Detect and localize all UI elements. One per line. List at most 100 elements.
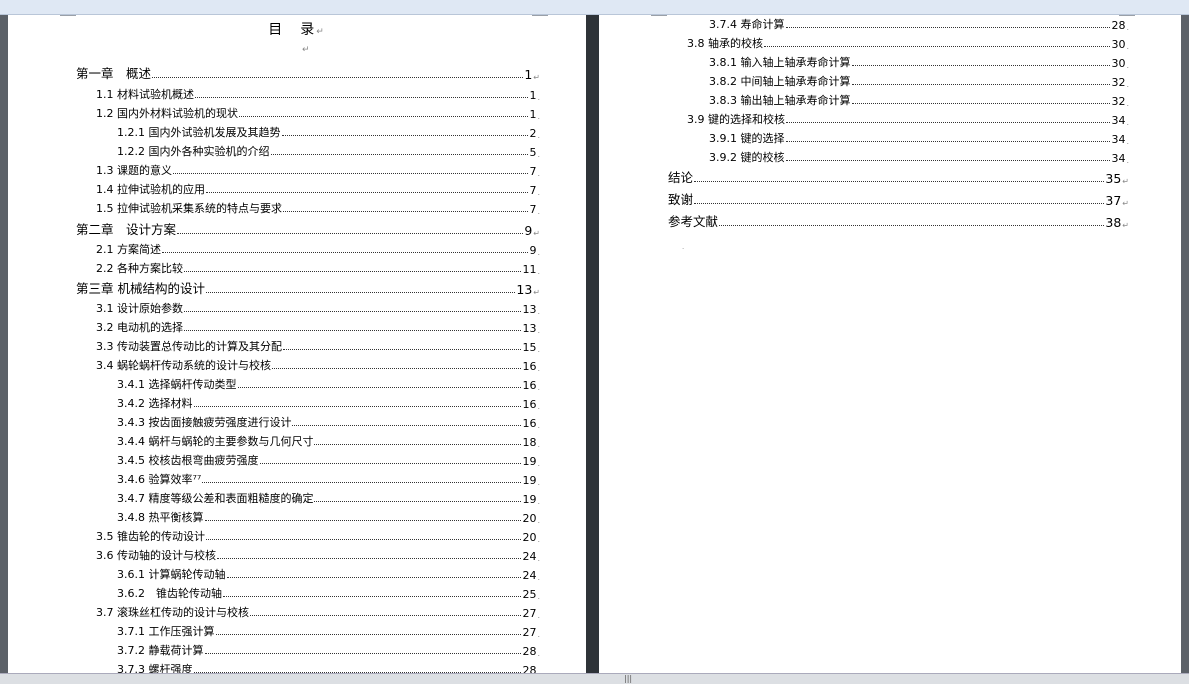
toc-leader-dots [786, 121, 1111, 123]
toc-chapter-entry[interactable]: 致谢 37 ↵ [668, 190, 1129, 208]
toc-entry-label: 3.8.3 输出轴上轴承寿命计算 [709, 94, 851, 107]
toc-section-entry[interactable]: 3.7.1 工作压强计算 27. [117, 621, 540, 639]
toc-section-entry[interactable]: 3.8 轴承的校核 30. [687, 33, 1129, 51]
paragraph-mark: . [537, 440, 540, 449]
toc-section-entry[interactable]: 3.4.7 精度等级公差和表面粗糙度的确定 19. [117, 488, 540, 506]
toc-leader-dots [195, 96, 529, 98]
toc-page-number: 1 [529, 89, 537, 102]
paragraph-mark: . [537, 131, 540, 140]
toc-section-entry[interactable]: 3.1 设计原始参数 13. [96, 298, 540, 316]
toc-page-number: 5 [529, 146, 537, 159]
toc-section-entry[interactable]: 3.9 键的选择和校核 34. [687, 109, 1129, 127]
toc-leader-dots [184, 270, 522, 272]
toc-entry-label: 3.7.2 静载荷计算 [117, 644, 204, 657]
toc-section-entry[interactable]: 3.7.2 静载荷计算 28. [117, 640, 540, 658]
toc-entry-label: 3.2 电动机的选择 [96, 321, 183, 334]
toc-entry-label: 2.1 方案简述 [96, 243, 161, 256]
toc-section-entry[interactable]: 2.1 方案简述 9. [96, 239, 540, 257]
toc-chapter-entry[interactable]: 第一章 概述 1 ↵ [76, 64, 540, 82]
toc-leader-dots [292, 424, 522, 426]
toc-entry-label: 3.4.1 选择蜗杆传动类型 [117, 378, 237, 391]
toc-section-entry[interactable]: 1.2 国内外材料试验机的现状 1. [96, 103, 540, 121]
toc-section-entry[interactable]: 3.2 电动机的选择 13. [96, 317, 540, 335]
toc-page-number: 34 [1111, 133, 1126, 146]
toc-page-number: 28 [522, 645, 537, 658]
toc-section-entry[interactable]: 3.4.1 选择蜗杆传动类型 16. [117, 374, 540, 392]
toc-section-entry[interactable]: 3.8.1 输入轴上轴承寿命计算 30. [709, 52, 1129, 70]
paragraph-mark: . [537, 267, 540, 276]
toc-section-entry[interactable]: 1.2.1 国内外试验机发展及其趋势 2. [117, 122, 540, 140]
toc-leader-dots [719, 224, 1105, 226]
toc-section-entry[interactable]: 1.2.2 国内外各种实验机的介绍 5. [117, 141, 540, 159]
paragraph-mark: . [537, 150, 540, 159]
paragraph-mark: . [1126, 42, 1129, 51]
toc-section-entry[interactable]: 3.6 传动轴的设计与校核 24. [96, 545, 540, 563]
toc-section-entry[interactable]: 3.4.5 校核齿根弯曲疲劳强度 19. [117, 450, 540, 468]
toc-page-number: 9 [529, 244, 537, 257]
paragraph-mark: . [1126, 156, 1129, 165]
toc-leader-dots [226, 576, 522, 578]
paragraph-mark: . [537, 364, 540, 373]
horizontal-scrollbar[interactable]: ||| [0, 673, 1189, 684]
toc-page-number: 28 [522, 664, 537, 673]
toc-section-entry[interactable]: 3.4 蜗轮蜗杆传动系统的设计与校核 16. [96, 355, 540, 373]
toc-chapter-entry[interactable]: 结论 35 ↵ [668, 168, 1129, 186]
toc-leader-dots [152, 76, 524, 78]
toc-section-entry[interactable]: 3.8.2 中间轴上轴承寿命计算 32. [709, 71, 1129, 89]
toc-leader-dots [314, 443, 522, 445]
toc-leader-dots [785, 140, 1111, 142]
toc-section-entry[interactable]: 1.5 拉伸试验机采集系统的特点与要求 7. [96, 198, 540, 216]
toc-entry-label: 1.1 材料试验机概述 [96, 88, 194, 101]
toc-entry-label: 1.2 国内外材料试验机的现状 [96, 107, 238, 120]
toc-section-entry[interactable]: 3.4.2 选择材料 16. [117, 393, 540, 411]
toc-entry-label: 1.5 拉伸试验机采集系统的特点与要求 [96, 202, 282, 215]
toc-section-entry[interactable]: 3.4.6 验算效率⁷⁷ 19. [117, 469, 540, 487]
toc-leader-dots [206, 538, 522, 540]
toc-leader-dots [237, 386, 522, 388]
toc-entry-label: 3.9 键的选择和校核 [687, 113, 785, 126]
toc-leader-dots [193, 405, 522, 407]
toc-section-entry[interactable]: 3.9.2 键的校核 34. [709, 147, 1129, 165]
toc-section-entry[interactable]: 3.4.4 蜗杆与蜗轮的主要参数与几何尺寸 18. [117, 431, 540, 449]
toc-section-entry[interactable]: 3.6.1 计算蜗轮传动轴 24. [117, 564, 540, 582]
toc-section-entry[interactable]: 3.3 传动装置总传动比的计算及其分配 15. [96, 336, 540, 354]
toc-section-entry[interactable]: 3.7 滚珠丝杠传动的设计与校核 27. [96, 602, 540, 620]
toc-chapter-entry[interactable]: 第二章 设计方案 9 ↵ [76, 220, 540, 238]
toc-section-entry[interactable]: 3.7.3 螺杆强度 28. [117, 659, 540, 673]
toc-section-entry[interactable]: 3.8.3 输出轴上轴承寿命计算 32. [709, 90, 1129, 108]
toc-chapter-entry[interactable]: 第三章 机械结构的设计 13 ↵ [76, 279, 540, 297]
toc-entry-label: 3.9.2 键的校核 [709, 151, 785, 164]
toc-entry-label: 3.1 设计原始参数 [96, 302, 183, 315]
toc-entry-label: 参考文献 [668, 214, 719, 229]
toc-page-number: 28 [1111, 19, 1126, 32]
toc-leader-dots [223, 595, 522, 597]
toc-section-entry[interactable]: 3.4.3 按齿面接触疲劳强度进行设计 16. [117, 412, 540, 430]
toc-section-entry[interactable]: 1.1 材料试验机概述 1. [96, 84, 540, 102]
toc-leader-dots [851, 64, 1111, 66]
toc-section-entry[interactable]: 3.5 锥齿轮的传动设计 20. [96, 526, 540, 544]
toc-section-entry[interactable]: 1.3 课题的意义 7. [96, 160, 540, 178]
toc-chapter-entry[interactable]: 参考文献 38 ↵ [668, 212, 1129, 230]
toc-page-number: 2 [529, 127, 537, 140]
toc-page-number: 35 [1105, 171, 1122, 186]
paragraph-mark: . [537, 573, 540, 582]
toc-page-number: 32 [1111, 95, 1126, 108]
toc-leader-dots [173, 172, 529, 174]
toc-page-number: 30 [1111, 38, 1126, 51]
paragraph-mark: . [537, 497, 540, 506]
toc-page-number: 11 [522, 263, 537, 276]
toc-entry-label: 2.2 各种方案比较 [96, 262, 183, 275]
paragraph-mark: . [1126, 61, 1129, 70]
toc-entry-label: 3.7.4 寿命计算 [709, 18, 785, 31]
toc-leader-dots [314, 500, 522, 502]
page-gutter-right [1181, 15, 1189, 673]
toc-section-entry[interactable]: 3.9.1 键的选择 34. [709, 128, 1129, 146]
toc-section-entry[interactable]: 2.2 各种方案比较 11. [96, 258, 540, 276]
toc-section-entry[interactable]: 3.4.8 热平衡核算 20. [117, 507, 540, 525]
toc-section-entry[interactable]: 1.4 拉伸试验机的应用 7. [96, 179, 540, 197]
toc-section-entry[interactable]: 3.6.2 锥齿轮传动轴 25. [117, 583, 540, 601]
document-page-right[interactable]: 3.7.4 寿命计算 28. 3.8 轴承的校核 30. 3.8.1 输入轴上轴承寿命计… [599, 15, 1181, 673]
toc-section-entry[interactable]: 3.7.4 寿命计算 28. [709, 15, 1129, 32]
document-page-left[interactable]: 目 录↵ ↵ 第一章 概述 1 ↵ 1.1 材料试验机概述 1. 1.2 国内外材料试验机… [8, 15, 586, 673]
paragraph-mark: . [537, 421, 540, 430]
